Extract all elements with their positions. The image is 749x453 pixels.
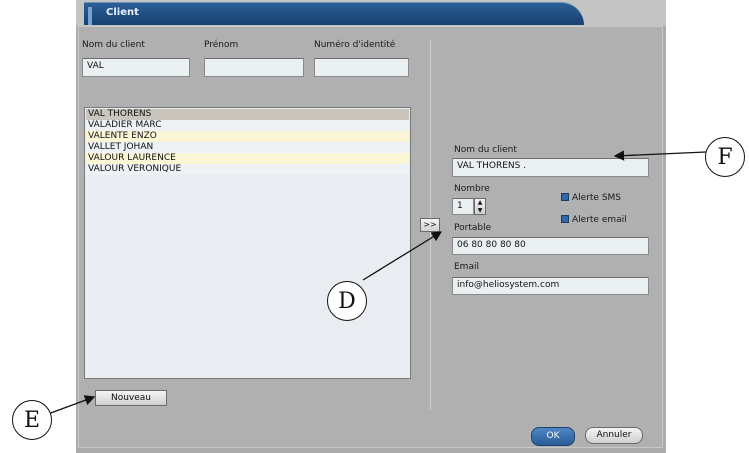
arrow-f xyxy=(613,150,707,161)
annotation-e: E xyxy=(12,400,52,440)
arrow-e xyxy=(47,395,96,415)
arrow-d xyxy=(362,231,443,281)
annotation-f: F xyxy=(705,137,745,177)
annotation-arrows xyxy=(47,150,707,415)
annotation-d: D xyxy=(327,281,367,321)
